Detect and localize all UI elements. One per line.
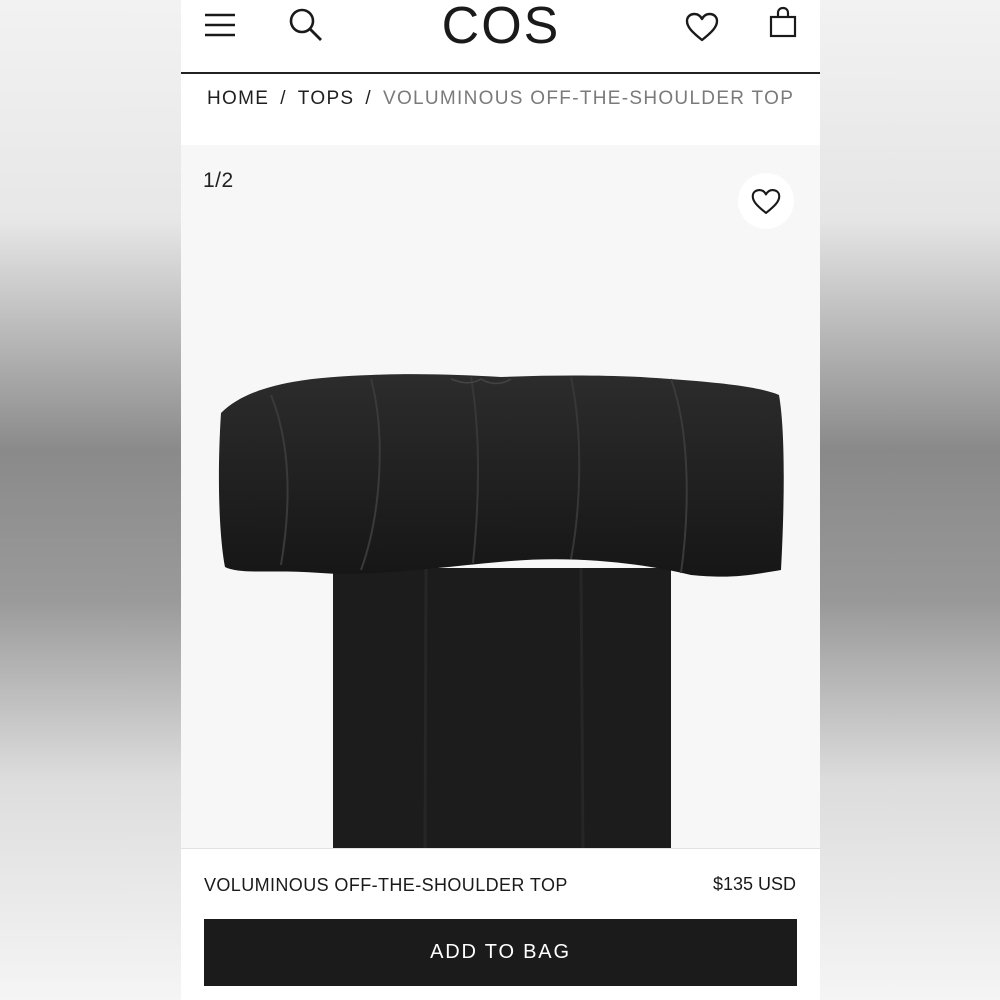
- background-right: [820, 0, 1000, 1000]
- heart-icon: [751, 188, 781, 214]
- add-to-bag-button[interactable]: ADD TO BAG: [204, 919, 797, 986]
- breadcrumb-home[interactable]: HOME: [207, 88, 269, 109]
- product-price: $135 USD: [712, 874, 796, 894]
- product-gallery[interactable]: 1/2: [181, 145, 820, 848]
- search-icon[interactable]: [287, 6, 325, 44]
- product-info-bar: VOLUMINOUS OFF-THE-SHOULDER TOP $135 USD…: [181, 848, 820, 1000]
- breadcrumb-tops[interactable]: TOPS: [298, 88, 355, 109]
- breadcrumb-separator: /: [365, 88, 372, 109]
- favorite-button[interactable]: [738, 173, 794, 229]
- breadcrumb: HOME / TOPS / VOLUMINOUS OFF-THE-SHOULDER TO…: [207, 88, 807, 110]
- breadcrumb-separator: /: [280, 88, 287, 109]
- breadcrumb-current: VOLUMINOUS OFF-THE-SHOULDER TOP: [382, 88, 795, 109]
- phone-screen: COS HOME / TOPS / VOLUMINOUS OFF-THE-SHOULDE…: [181, 0, 820, 1000]
- wishlist-heart-icon[interactable]: [683, 8, 721, 46]
- image-counter: 1/2: [203, 169, 234, 192]
- product-image: [218, 374, 784, 848]
- brand-logo[interactable]: COS: [431, 0, 571, 56]
- product-name: VOLUMINOUS OFF-THE-SHOULDER TOP: [204, 875, 568, 895]
- shopping-bag-icon[interactable]: [765, 4, 801, 40]
- site-header: COS: [181, 0, 820, 74]
- menu-icon[interactable]: [203, 8, 237, 42]
- background-left: [0, 0, 181, 1000]
